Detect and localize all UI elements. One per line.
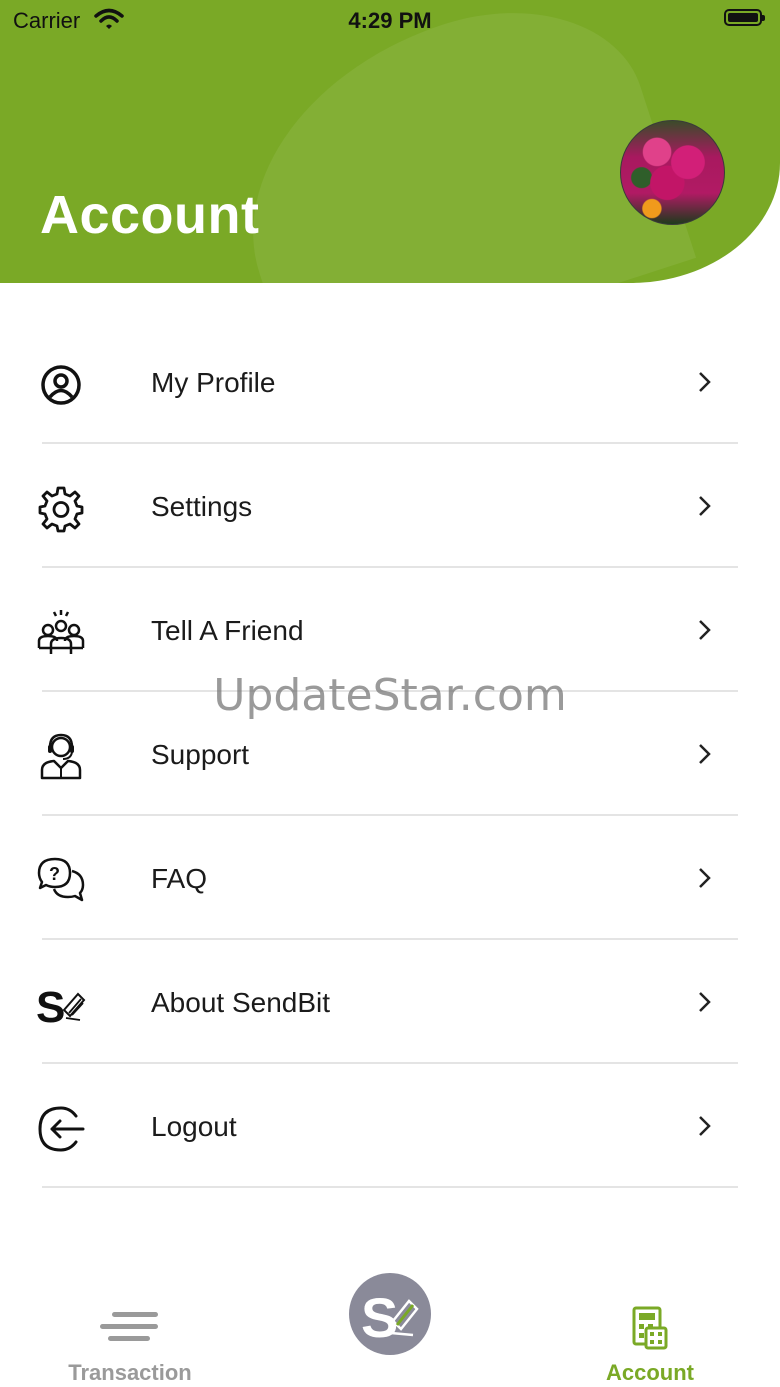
divider	[42, 1186, 738, 1188]
menu-item-label: Settings	[151, 491, 253, 522]
menu-item-label: About SendBit	[151, 987, 331, 1018]
user-circle-icon	[36, 360, 86, 410]
watermark: UpdateStar.com	[213, 670, 567, 721]
chevron-right-icon	[694, 370, 714, 394]
chevron-right-icon	[694, 742, 714, 766]
transaction-lines-icon	[100, 1308, 160, 1353]
menu-item-label: Support	[151, 739, 250, 770]
tab-transaction[interactable]: Transaction	[30, 1260, 230, 1387]
tab-bar: Transaction S Account	[0, 1260, 780, 1387]
tab-label: Transaction	[68, 1360, 192, 1385]
menu-item-faq[interactable]: ? FAQ	[0, 816, 780, 940]
question-chat-icon: ?	[36, 856, 86, 906]
menu-item-logout[interactable]: Logout	[0, 1064, 780, 1188]
headset-agent-icon	[36, 732, 86, 782]
chevron-right-icon	[694, 618, 714, 642]
menu-item-label: Logout	[151, 1111, 237, 1142]
chevron-right-icon	[694, 494, 714, 518]
gear-icon	[36, 484, 86, 534]
chevron-right-icon	[694, 1114, 714, 1138]
chevron-right-icon	[694, 990, 714, 1014]
menu-item-label: Tell A Friend	[151, 615, 304, 646]
tab-account[interactable]: Account	[550, 1260, 750, 1387]
chevron-right-icon	[694, 866, 714, 890]
svg-text:S: S	[36, 983, 65, 1030]
svg-text:?: ?	[49, 864, 60, 884]
sendbit-logo-icon: S	[36, 980, 86, 1032]
menu-item-label: My Profile	[151, 367, 276, 398]
group-icon	[36, 608, 86, 658]
menu-item-my-profile[interactable]: My Profile	[0, 320, 780, 444]
menu-item-about-sendbit[interactable]: S About SendBit	[0, 940, 780, 1064]
status-bar: Carrier 4:29 PM	[0, 0, 780, 40]
menu-item-label: FAQ	[151, 863, 208, 894]
sendbit-logo-icon: S	[349, 1273, 431, 1360]
calculator-icon	[632, 1306, 668, 1355]
page-title: Account	[40, 185, 260, 245]
battery-icon	[724, 9, 765, 26]
sendbit-home-button[interactable]: S	[349, 1273, 431, 1355]
clock: 4:29 PM	[348, 8, 432, 33]
tab-label: Account	[606, 1360, 694, 1385]
svg-text:S: S	[361, 1286, 398, 1349]
logout-icon	[36, 1104, 86, 1154]
header-decoration	[203, 0, 697, 283]
menu-item-settings[interactable]: Settings	[0, 444, 780, 568]
avatar[interactable]	[620, 120, 725, 225]
